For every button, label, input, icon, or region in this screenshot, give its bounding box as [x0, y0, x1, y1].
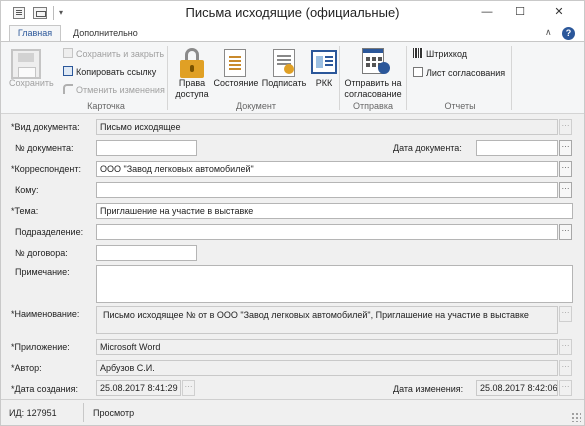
- doc-type-field[interactable]: Письмо исходящее: [96, 119, 558, 135]
- document-window: ▾ Письма исходящие (официальные) — ☐ ✕ Г…: [0, 0, 585, 426]
- correspondent-field[interactable]: ООО "Завод легковых автомобилей": [96, 161, 558, 177]
- sign-document-icon: [273, 49, 295, 77]
- group-label-card: Карточка: [87, 101, 125, 111]
- group-separator: [406, 46, 407, 110]
- undo-icon: [63, 84, 73, 94]
- copy-link-icon: [63, 66, 73, 76]
- doc-date-label: Дата документа:: [393, 143, 462, 153]
- attachment-picker-button[interactable]: ···: [559, 339, 572, 355]
- correspondent-label: *Корреспондент:: [11, 164, 81, 174]
- save-and-close-button[interactable]: Сохранить и закрыть: [63, 48, 164, 60]
- cancel-changes-button[interactable]: Отменить изменения: [63, 84, 165, 96]
- modified-date-field[interactable]: 25.08.2017 8:42:06: [476, 380, 558, 396]
- close-button[interactable]: ✕: [539, 1, 579, 23]
- created-date-field[interactable]: 25.08.2017 8:41:29: [96, 380, 181, 396]
- approval-sheet-button[interactable]: Лист согласования: [413, 67, 505, 79]
- group-separator: [511, 46, 512, 110]
- rkk-card-icon: [311, 50, 337, 74]
- note-label: Примечание:: [15, 267, 70, 277]
- title-bar: ▾ Письма исходящие (официальные) — ☐ ✕: [1, 1, 584, 25]
- status-mode: Просмотр: [93, 408, 135, 418]
- created-date-picker-button[interactable]: ···: [182, 380, 195, 396]
- group-separator: [339, 46, 340, 110]
- correspondent-picker-button[interactable]: ···: [559, 161, 572, 177]
- save-icon: [11, 49, 41, 79]
- access-rights-label-1: Права: [178, 78, 206, 88]
- to-whom-label: Кому:: [15, 185, 39, 195]
- doc-type-label: *Вид документа:: [11, 122, 80, 132]
- status-separator: [83, 403, 84, 422]
- group-label-sending: Отправка: [353, 101, 393, 111]
- doc-number-field[interactable]: [96, 140, 197, 156]
- author-label: *Автор:: [11, 363, 42, 373]
- approval-sheet-icon: [413, 67, 423, 77]
- send-arrow-icon: [378, 62, 390, 74]
- maximize-button[interactable]: ☐: [506, 1, 534, 23]
- name-label: *Наименование:: [11, 309, 80, 319]
- status-bar: ИД: 127951 Просмотр: [1, 399, 584, 425]
- tab-home[interactable]: Главная: [9, 25, 61, 42]
- send-for-approval-button[interactable]: Отправить на согласование: [341, 78, 405, 100]
- name-picker-button[interactable]: ···: [559, 306, 572, 322]
- modified-date-picker-button[interactable]: ···: [559, 380, 572, 396]
- doc-type-picker-button[interactable]: ···: [559, 119, 572, 135]
- send-label-1: Отправить на: [344, 78, 402, 88]
- note-field[interactable]: [96, 265, 573, 303]
- copy-link-button[interactable]: Копировать ссылку: [63, 66, 156, 78]
- to-whom-field[interactable]: [96, 182, 558, 198]
- ribbon-tabs: Главная Дополнительно ∧ ?: [1, 25, 584, 42]
- save-and-close-label: Сохранить и закрыть: [76, 49, 165, 59]
- copy-link-label: Копировать ссылку: [76, 67, 157, 77]
- rkk-button[interactable]: РКК: [307, 78, 341, 89]
- barcode-label: Штрихкод: [426, 49, 468, 59]
- contract-number-label: № договора:: [15, 248, 68, 258]
- minimize-button[interactable]: —: [473, 1, 501, 23]
- help-icon[interactable]: ?: [562, 27, 575, 40]
- contract-number-field[interactable]: [96, 245, 197, 261]
- modified-date-label: Дата изменения:: [393, 384, 464, 394]
- group-label-reports: Отчеты: [444, 101, 476, 111]
- sign-button[interactable]: Подписать: [261, 78, 307, 89]
- save-button[interactable]: Сохранить: [9, 78, 54, 89]
- attachment-field[interactable]: Microsoft Word: [96, 339, 558, 355]
- barcode-icon: [413, 48, 423, 58]
- doc-date-field[interactable]: [476, 140, 558, 156]
- approval-sheet-label: Лист согласования: [426, 68, 506, 78]
- document-state-icon: [224, 49, 246, 77]
- resize-grip-icon[interactable]: [571, 412, 581, 422]
- tab-additional[interactable]: Дополнительно: [73, 26, 138, 41]
- author-field[interactable]: Арбузов С.И.: [96, 360, 558, 376]
- author-picker-button[interactable]: ···: [559, 360, 572, 376]
- state-button[interactable]: Состояние: [211, 78, 261, 89]
- doc-number-label: № документа:: [15, 143, 74, 153]
- ribbon-collapse-icon[interactable]: ∧: [545, 27, 552, 38]
- department-label: Подразделение:: [15, 227, 84, 237]
- save-small-icon: [63, 48, 73, 58]
- group-label-document: Документ: [236, 101, 276, 111]
- group-separator: [167, 46, 168, 110]
- status-id: ИД: 127951: [9, 408, 57, 418]
- document-form: *Вид документа: Письмо исходящее ··· № д…: [1, 114, 584, 399]
- attachment-label: *Приложение:: [11, 342, 70, 352]
- send-label-2: согласование: [344, 89, 402, 99]
- barcode-button[interactable]: Штрихкод: [413, 48, 467, 60]
- subject-label: *Тема:: [11, 206, 39, 216]
- created-date-label: *Дата создания:: [11, 384, 78, 394]
- lock-icon: [180, 48, 204, 78]
- doc-date-picker-button[interactable]: ···: [559, 140, 572, 156]
- department-picker-button[interactable]: ···: [559, 224, 572, 240]
- ribbon: Сохранить Сохранить и закрыть Копировать…: [1, 41, 584, 114]
- department-field[interactable]: [96, 224, 558, 240]
- name-field[interactable]: Письмо исходящее № от в ООО "Завод легко…: [96, 306, 558, 334]
- cancel-changes-label: Отменить изменения: [76, 85, 165, 95]
- to-whom-picker-button[interactable]: ···: [559, 182, 572, 198]
- access-rights-button[interactable]: Права доступа: [173, 78, 211, 100]
- subject-field[interactable]: Приглашение на участие в выставке: [96, 203, 573, 219]
- access-rights-label-2: доступа: [175, 89, 209, 99]
